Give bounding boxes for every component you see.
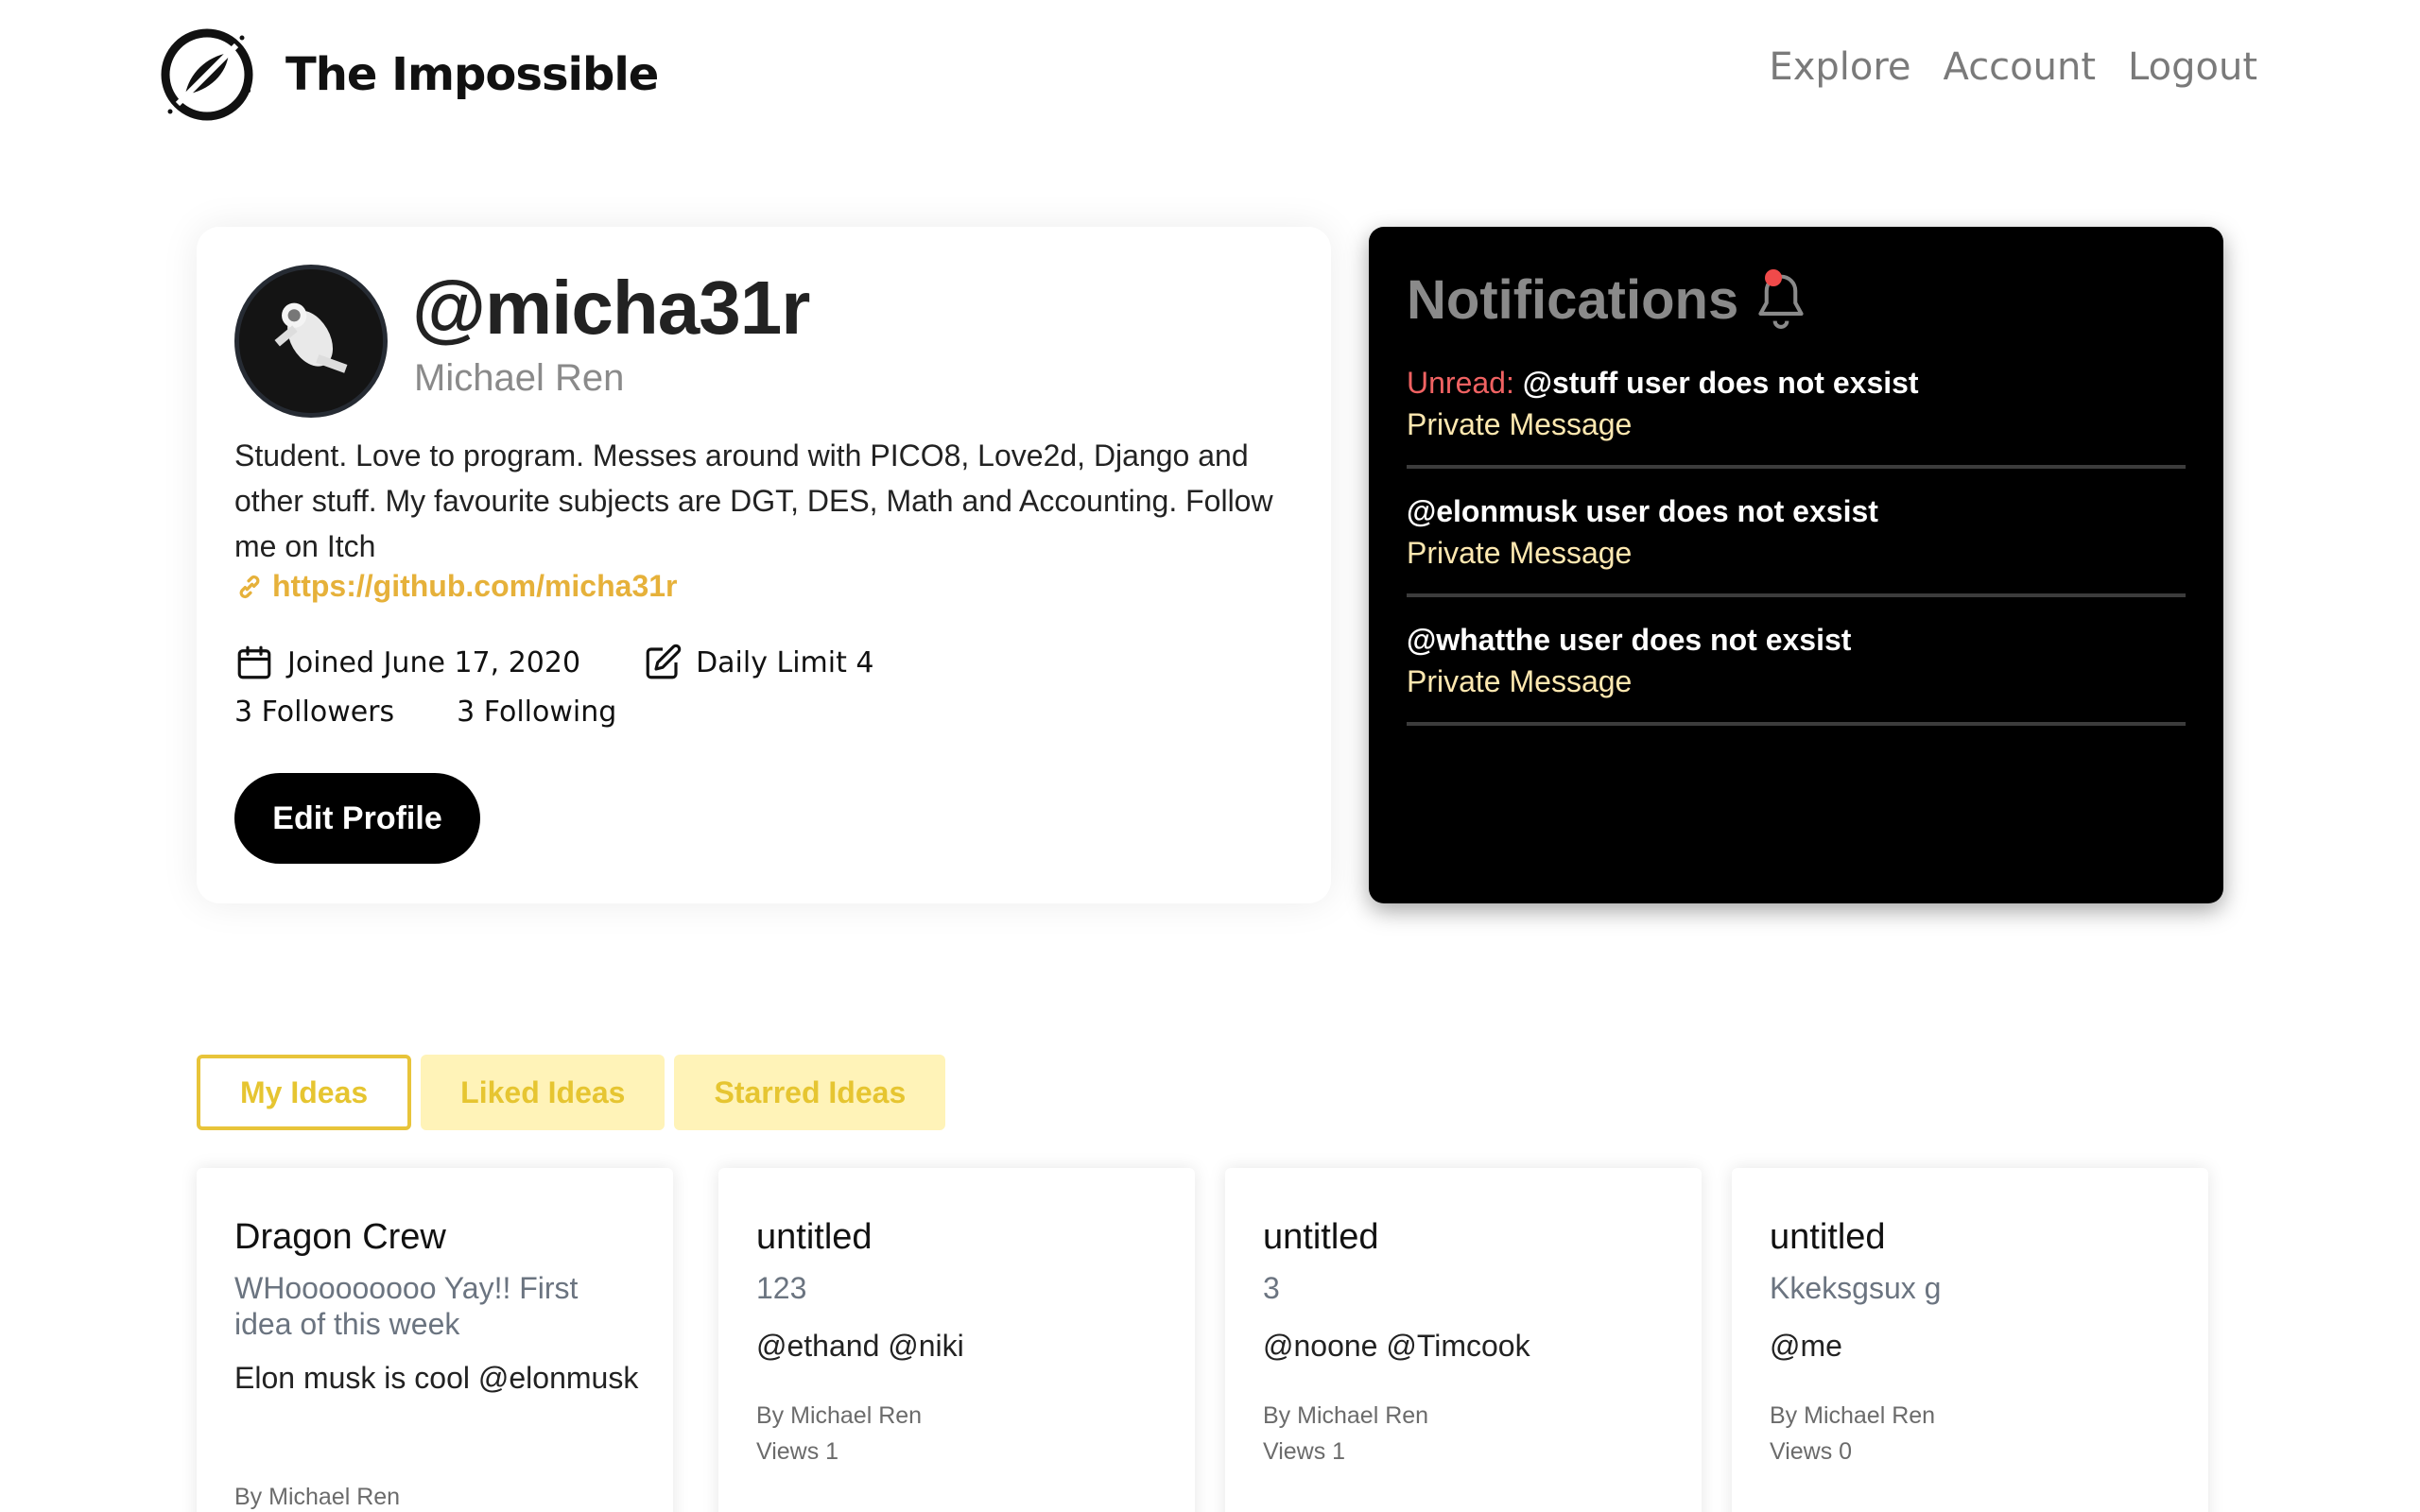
idea-subtitle: 123 (756, 1271, 807, 1305)
notification-type[interactable]: Private Message (1407, 531, 2186, 575)
notifications-panel: Notifications Unread: @stuff user does n… (1369, 227, 2223, 903)
tab-liked-ideas[interactable]: Liked Ideas (421, 1055, 666, 1130)
idea-title: untitled (1263, 1217, 1379, 1257)
joined-info: Joined June 17, 2020 (234, 643, 580, 682)
nav-links: Explore Account Logout (1769, 45, 2257, 89)
idea-author: By Michael Ren (1770, 1402, 1936, 1429)
nav-account-link[interactable]: Account (1944, 45, 2097, 89)
notification-type[interactable]: Private Message (1407, 403, 2186, 446)
idea-title: untitled (1770, 1217, 1886, 1257)
link-icon (239, 575, 260, 598)
notification-message: @elonmusk user does not exsist (1407, 491, 2186, 531)
unread-label: Unread: (1407, 366, 1523, 400)
avatar (234, 265, 388, 418)
tab-my-ideas[interactable]: My Ideas (197, 1055, 412, 1130)
idea-subtitle: Kkeksgsux g (1770, 1271, 1942, 1305)
idea-title: Dragon Crew (234, 1217, 446, 1257)
followers-count[interactable]: 3 Followers (234, 696, 394, 729)
idea-body: Elon musk is cool @elonmusk (234, 1361, 639, 1395)
profile-meta: Joined June 17, 2020 Daily Limit 4 (234, 643, 937, 682)
daily-limit-info: Daily Limit 4 (643, 643, 874, 682)
notification-text: @whatthe user does not exsist (1407, 623, 1852, 657)
profile-bio: Student. Love to program. Messes around … (234, 438, 1273, 563)
calendar-icon (237, 645, 271, 679)
bell-icon[interactable] (1752, 268, 1810, 332)
idea-card[interactable]: untitled Kkeksgsux g @me By Michael Ren … (1732, 1168, 2208, 1512)
profile-full-name: Michael Ren (414, 357, 625, 399)
unread-dot (1765, 268, 1783, 286)
idea-author: By Michael Ren (234, 1484, 401, 1510)
daily-limit-text: Daily Limit 4 (696, 645, 874, 679)
notification-item[interactable]: @whatthe user does not exsist Private Me… (1407, 620, 2186, 726)
idea-card[interactable]: Dragon Crew WHooooooooo Yay!! First idea… (197, 1168, 673, 1512)
idea-views: Views 1 (756, 1438, 839, 1465)
idea-title: untitled (756, 1217, 873, 1257)
notification-message: @whatthe user does not exsist (1407, 620, 2186, 660)
idea-author: By Michael Ren (1263, 1402, 1429, 1429)
logo-icon (161, 28, 253, 121)
notification-item[interactable]: @elonmusk user does not exsist Private M… (1407, 491, 2186, 597)
idea-views: Views 1 (1263, 1438, 1346, 1465)
follow-stats: 3 Followers 3 Following (234, 696, 679, 729)
nav-logout-link[interactable]: Logout (2128, 45, 2257, 89)
notification-text: @elonmusk user does not exsist (1407, 494, 1878, 528)
notifications-header: Notifications (1407, 268, 1810, 332)
astronaut-image (239, 269, 383, 413)
brand[interactable]: The Impossible (157, 25, 659, 125)
idea-card[interactable]: untitled 3 @noone @Timcook By Michael Re… (1225, 1168, 1702, 1512)
idea-subtitle: 3 (1263, 1271, 1280, 1305)
idea-card[interactable]: untitled 123 @ethand @niki By Michael Re… (718, 1168, 1195, 1512)
idea-body: @ethand @niki (756, 1329, 964, 1363)
top-navbar: The Impossible Explore Account Logout (0, 0, 2420, 151)
idea-subtitle: WHooooooooo Yay!! First idea of this wee… (234, 1271, 579, 1341)
following-count[interactable]: 3 Following (457, 696, 616, 729)
edit-profile-button[interactable]: Edit Profile (234, 773, 480, 864)
nav-explore-link[interactable]: Explore (1769, 45, 1910, 89)
tab-starred-ideas[interactable]: Starred Ideas (674, 1055, 946, 1130)
notifications-list: Unread: @stuff user does not exsist Priv… (1407, 363, 2186, 748)
idea-body: @me (1770, 1329, 1842, 1363)
idea-views: Views 0 (1770, 1438, 1853, 1465)
joined-text: Joined June 17, 2020 (287, 645, 581, 679)
ideas-tabs: My Ideas Liked Ideas Starred Ideas (197, 1055, 946, 1130)
idea-author: By Michael Ren (756, 1402, 923, 1429)
profile-link-text: https://github.com/micha31r (272, 569, 678, 603)
idea-body: @noone @Timcook (1263, 1329, 1530, 1363)
notifications-title: Notifications (1407, 269, 1739, 331)
profile-link[interactable]: https://github.com/micha31r (234, 569, 677, 604)
notification-type[interactable]: Private Message (1407, 660, 2186, 703)
brand-name: The Impossible (285, 48, 659, 101)
notification-message: Unread: @stuff user does not exsist (1407, 363, 2186, 403)
profile-username: @micha31r (412, 266, 810, 350)
edit-icon (646, 644, 682, 679)
notification-item[interactable]: Unread: @stuff user does not exsist Priv… (1407, 363, 2186, 469)
notification-text: @stuff user does not exsist (1522, 366, 1919, 400)
profile-card: @micha31r Michael Ren Student. Love to p… (197, 227, 1331, 903)
